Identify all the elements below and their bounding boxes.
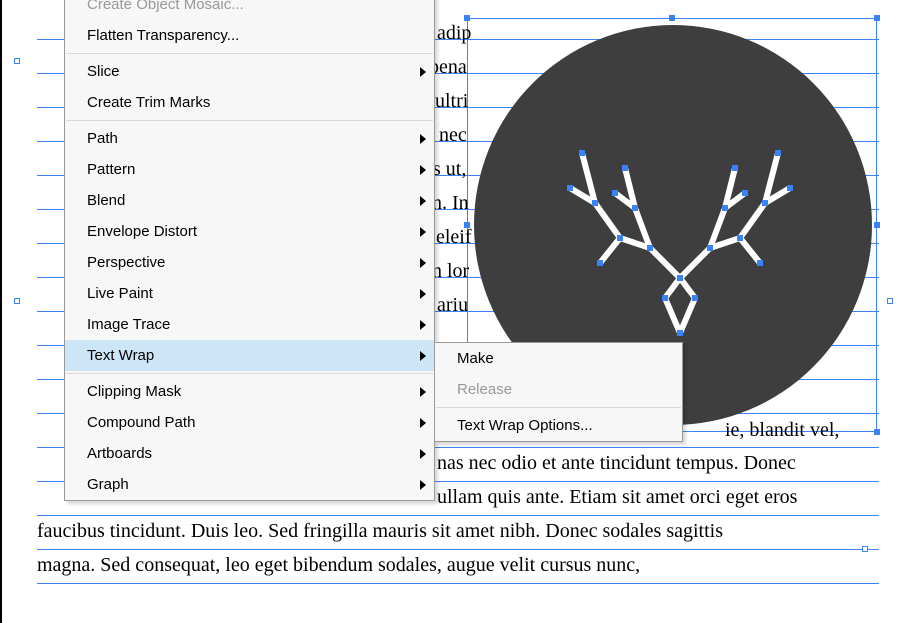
textframe-handle-e[interactable] xyxy=(887,298,893,304)
submenu-arrow-icon xyxy=(420,196,426,206)
object-menu-item-flatten-transparency[interactable]: Flatten Transparency... xyxy=(65,20,434,51)
menu-label: Create Object Mosaic... xyxy=(87,0,244,13)
object-menu-item-clipping-mask[interactable]: Clipping Mask xyxy=(65,376,434,407)
object-menu-item-compound-path[interactable]: Compound Path xyxy=(65,407,434,438)
textframe-handle-w[interactable] xyxy=(14,58,20,64)
selection-handle-se[interactable] xyxy=(874,429,880,435)
object-menu-item-path[interactable]: Path xyxy=(65,123,434,154)
menu-label: Release xyxy=(457,381,512,398)
submenu-arrow-icon xyxy=(420,134,426,144)
menu-separator xyxy=(66,53,433,54)
menu-separator xyxy=(66,120,433,121)
text-line: magna. Sed consequat, leo eget bibendum … xyxy=(37,548,640,582)
text-wrap-submenu-item-make[interactable]: Make xyxy=(435,343,682,374)
object-menu-item-envelope-distort[interactable]: Envelope Distort xyxy=(65,216,434,247)
textframe-handle-se[interactable] xyxy=(862,546,868,552)
menu-label: Perspective xyxy=(87,254,165,271)
menu-label: Graph xyxy=(87,476,129,493)
illustrator-canvas[interactable]: adip pena ultri nec s ut, n. In eleif n … xyxy=(2,0,899,623)
text-line: ie, blandit vel, xyxy=(725,413,839,447)
text-line: ariu xyxy=(437,288,468,322)
text-line: nas nec odio et ante tincidunt tempus. D… xyxy=(437,446,796,480)
text-line: ultri xyxy=(435,84,468,118)
object-menu-item-pattern[interactable]: Pattern xyxy=(65,154,434,185)
menu-label: Text Wrap xyxy=(87,347,154,364)
object-menu-item-image-trace[interactable]: Image Trace xyxy=(65,309,434,340)
object-menu-item-text-wrap[interactable]: Text Wrap xyxy=(65,340,434,371)
object-menu-item-blend[interactable]: Blend xyxy=(65,185,434,216)
selection-handle-n[interactable] xyxy=(669,15,675,21)
submenu-arrow-icon xyxy=(420,480,426,490)
menu-label: Live Paint xyxy=(87,285,153,302)
text-line: faucibus tincidunt. Duis leo. Sed fringi… xyxy=(37,514,723,548)
menu-label: Clipping Mask xyxy=(87,383,181,400)
submenu-arrow-icon xyxy=(420,351,426,361)
object-menu-item-create-trim-marks[interactable]: Create Trim Marks xyxy=(65,87,434,118)
submenu-arrow-icon xyxy=(420,67,426,77)
menu-label: Envelope Distort xyxy=(87,223,197,240)
textframe-handle-w2[interactable] xyxy=(14,298,20,304)
submenu-arrow-icon xyxy=(420,418,426,428)
text-line: n. In xyxy=(432,186,469,220)
text-line: eleif xyxy=(436,220,472,254)
menu-separator xyxy=(436,407,681,408)
submenu-arrow-icon xyxy=(420,387,426,397)
text-wrap-submenu-item-text-wrap-options[interactable]: Text Wrap Options... xyxy=(435,410,682,441)
object-menu[interactable]: Create Object Mosaic... Flatten Transpare… xyxy=(64,0,435,501)
submenu-arrow-icon xyxy=(420,449,426,459)
menu-label: Compound Path xyxy=(87,414,195,431)
object-menu-item-live-paint[interactable]: Live Paint xyxy=(65,278,434,309)
selection-handle-e[interactable] xyxy=(874,222,880,228)
submenu-arrow-icon xyxy=(420,227,426,237)
object-menu-item-create-object-mosaic: Create Object Mosaic... xyxy=(65,0,434,20)
text-line: n lor xyxy=(432,254,469,288)
text-wrap-submenu[interactable]: Make Release Text Wrap Options... xyxy=(434,342,683,442)
object-menu-item-graph[interactable]: Graph xyxy=(65,469,434,500)
text-wrap-submenu-item-release: Release xyxy=(435,374,682,405)
menu-label: Flatten Transparency... xyxy=(87,27,239,44)
menu-label: Text Wrap Options... xyxy=(457,417,593,434)
submenu-arrow-icon xyxy=(420,289,426,299)
menu-label: Blend xyxy=(87,192,125,209)
submenu-arrow-icon xyxy=(420,165,426,175)
object-menu-item-perspective[interactable]: Perspective xyxy=(65,247,434,278)
menu-label: Pattern xyxy=(87,161,135,178)
text-baseline xyxy=(37,583,879,584)
menu-label: Make xyxy=(457,350,494,367)
text-line: adip xyxy=(437,16,471,50)
text-line: s ut, xyxy=(433,152,466,186)
menu-separator xyxy=(66,373,433,374)
submenu-arrow-icon xyxy=(420,320,426,330)
text-line: ullam quis ante. Etiam sit amet orci ege… xyxy=(437,480,797,514)
menu-label: Slice xyxy=(87,63,120,80)
object-menu-item-slice[interactable]: Slice xyxy=(65,56,434,87)
menu-label: Artboards xyxy=(87,445,152,462)
object-menu-item-artboards[interactable]: Artboards xyxy=(65,438,434,469)
text-line: nec xyxy=(439,118,467,152)
menu-label: Path xyxy=(87,130,118,147)
menu-label: Create Trim Marks xyxy=(87,94,210,111)
menu-label: Image Trace xyxy=(87,316,170,333)
submenu-arrow-icon xyxy=(420,258,426,268)
selection-handle-ne[interactable] xyxy=(874,15,880,21)
